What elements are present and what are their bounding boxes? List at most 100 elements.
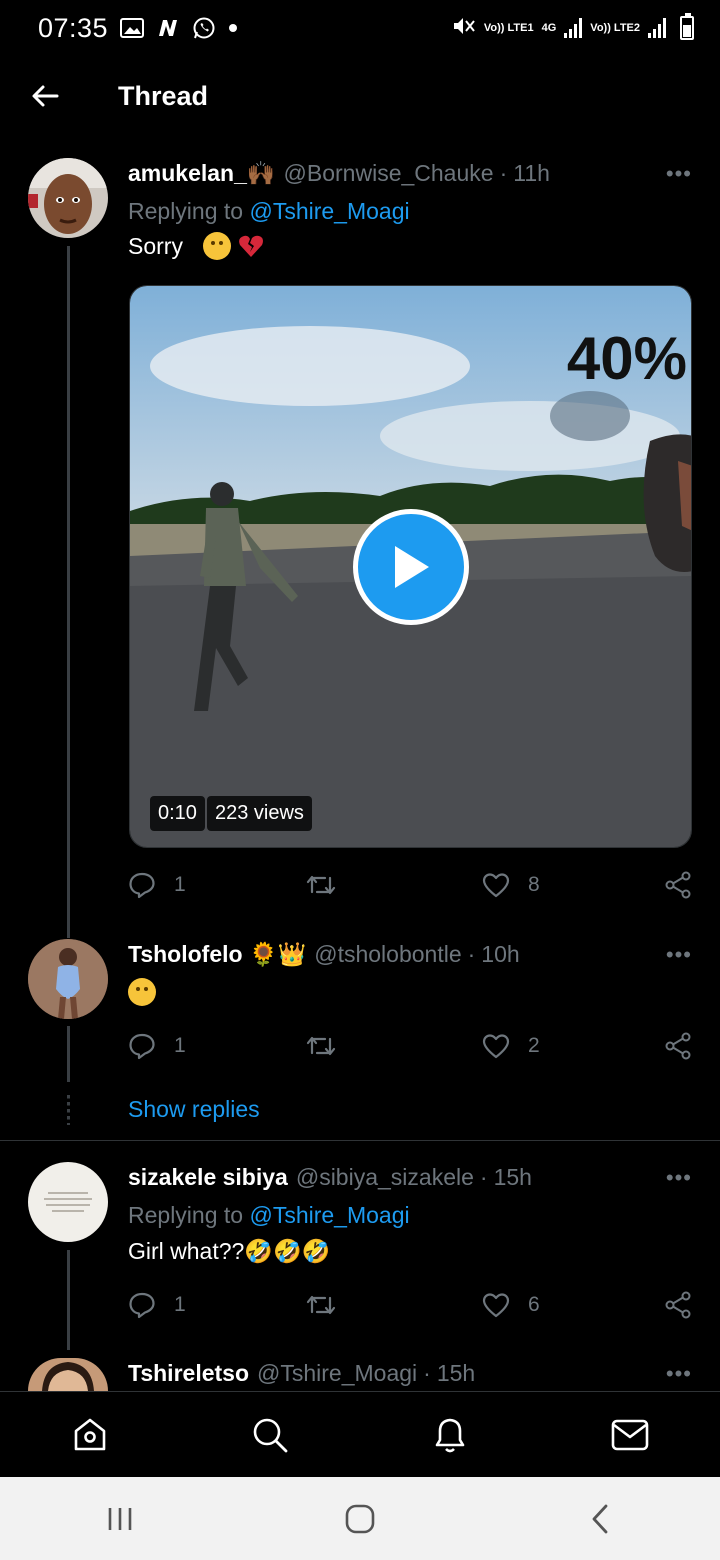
system-navigation-bar — [0, 1477, 720, 1560]
timestamp: 15h — [436, 1360, 476, 1386]
tweet-body: Girl what??🤣🤣🤣 — [128, 1238, 331, 1264]
crying-face-icon — [202, 232, 231, 260]
tweet-header: amukelan_🙌🏾 @Bornwise_Chauke · 11h ••• — [128, 160, 692, 187]
handle[interactable]: @tsholobontle — [314, 941, 461, 968]
divider — [0, 1140, 720, 1141]
thread-line — [67, 920, 70, 938]
share-button[interactable] — [664, 871, 692, 899]
retweet-icon — [306, 1036, 336, 1056]
separator: · — [479, 1164, 488, 1190]
more-options-icon[interactable]: ••• — [666, 161, 692, 187]
more-options-icon[interactable]: ••• — [666, 942, 692, 968]
handle[interactable]: @Tshire_Moagi — [257, 1360, 417, 1387]
thread-line — [67, 1250, 70, 1350]
network-4g: 4G — [541, 21, 557, 34]
share-button[interactable] — [664, 1291, 692, 1319]
n-icon — [156, 18, 180, 38]
handle[interactable]: @sibiya_sizakele — [296, 1164, 474, 1191]
crying-face-icon — [128, 978, 156, 1006]
retweet-button[interactable] — [306, 1292, 482, 1318]
network-lte1: Vo)) LTE1 — [483, 21, 534, 34]
like-button[interactable]: 6 — [482, 1292, 662, 1318]
like-count: 2 — [528, 1034, 540, 1057]
reply-icon — [129, 872, 155, 899]
thread-line — [67, 1026, 70, 1082]
timestamp: 10h — [481, 941, 520, 967]
video-player[interactable]: 40% 0:10 223 views — [129, 285, 692, 848]
display-name[interactable]: Tshireletso — [128, 1360, 249, 1387]
share-button[interactable] — [664, 1032, 692, 1060]
separator: · — [423, 1360, 431, 1386]
tweet-header: Tsholofelo 🌻👑 @tsholobontle · 10h ••• — [128, 941, 692, 968]
tweet-text: Girl what??🤣🤣🤣 — [128, 1238, 330, 1265]
reply-button[interactable]: 1 — [128, 1032, 306, 1060]
messages-icon[interactable] — [590, 1395, 670, 1475]
home-icon[interactable] — [50, 1395, 130, 1475]
more-options-icon[interactable]: ••• — [666, 1361, 692, 1387]
tweet-actions: 1 8 — [128, 865, 692, 905]
share-icon — [665, 1032, 691, 1060]
tweet-header: Tshireletso @Tshire_Moagi · 15h ••• — [128, 1360, 692, 1387]
retweet-icon — [306, 1295, 336, 1315]
reply-count: 1 — [174, 873, 186, 896]
reply-count: 1 — [174, 1293, 186, 1316]
handle[interactable]: @Bornwise_Chauke — [284, 160, 494, 187]
avatar[interactable] — [28, 1162, 108, 1242]
clock: 07:35 — [38, 12, 109, 43]
avatar[interactable] — [28, 158, 108, 238]
show-replies-link[interactable]: Show replies — [128, 1096, 260, 1123]
play-button[interactable] — [353, 509, 469, 625]
page-title: Thread — [118, 80, 209, 111]
heart-icon — [482, 1293, 510, 1318]
retweet-button[interactable] — [306, 1033, 482, 1059]
tweet-text — [128, 978, 156, 1006]
back-chevron-icon[interactable] — [555, 1484, 645, 1554]
reply-icon — [129, 1292, 155, 1319]
dot-icon — [228, 23, 238, 33]
like-button[interactable]: 2 — [482, 1033, 662, 1059]
replying-to: Replying to @Tshire_Moagi — [128, 1202, 410, 1229]
avatar[interactable] — [28, 939, 108, 1019]
display-name[interactable]: amukelan_🙌🏾 — [128, 160, 276, 187]
signal-bars-1-icon — [564, 18, 583, 38]
reply-button[interactable]: 1 — [128, 871, 306, 899]
timestamp: 11h — [513, 160, 550, 186]
separator: · — [499, 160, 508, 186]
reply-button[interactable]: 1 — [128, 1291, 306, 1319]
like-count: 8 — [528, 873, 540, 896]
retweet-button[interactable] — [306, 872, 482, 898]
replying-to: Replying to @Tshire_Moagi — [128, 198, 410, 225]
tweet-header: sizakele sibiya @sibiya_sizakele · 15h •… — [128, 1164, 692, 1191]
share-icon — [665, 871, 691, 899]
display-name[interactable]: sizakele sibiya — [128, 1164, 288, 1191]
video-overlay-text: 40% — [566, 325, 687, 392]
tweet-actions: 1 2 — [128, 1026, 692, 1066]
video-views: 223 views — [207, 796, 312, 831]
status-bar: 07:35 Vo)) LTE1 4G Vo)) LTE2 — [0, 0, 720, 56]
replying-handle-link[interactable]: @Tshire_Moagi — [249, 198, 409, 224]
tweet-body: Sorry — [128, 232, 183, 259]
more-options-icon[interactable]: ••• — [666, 1165, 692, 1191]
back-arrow-icon[interactable] — [0, 56, 90, 136]
like-button[interactable]: 8 — [482, 872, 662, 898]
retweet-icon — [306, 875, 336, 895]
separator: · — [467, 941, 476, 967]
whatsapp-icon — [192, 16, 216, 40]
notifications-icon[interactable] — [410, 1395, 490, 1475]
share-icon — [665, 1291, 691, 1319]
heart-icon — [482, 873, 510, 898]
like-count: 6 — [528, 1293, 540, 1316]
display-name[interactable]: Tsholofelo 🌻👑 — [128, 941, 306, 968]
replying-handle-link[interactable]: @Tshire_Moagi — [249, 1202, 409, 1228]
bottom-tab-bar — [0, 1391, 720, 1477]
tweet-actions: 1 6 — [128, 1285, 692, 1325]
timestamp: 15h — [493, 1164, 532, 1190]
avatar[interactable] — [28, 1358, 108, 1391]
thread-dots — [67, 1095, 70, 1125]
thread-line — [67, 246, 70, 932]
network-lte2: Vo)) LTE2 — [590, 21, 640, 34]
home-circle-icon[interactable] — [315, 1484, 405, 1554]
search-icon[interactable] — [230, 1395, 310, 1475]
signal-bars-2-icon — [648, 18, 666, 38]
recents-icon[interactable] — [75, 1484, 165, 1554]
